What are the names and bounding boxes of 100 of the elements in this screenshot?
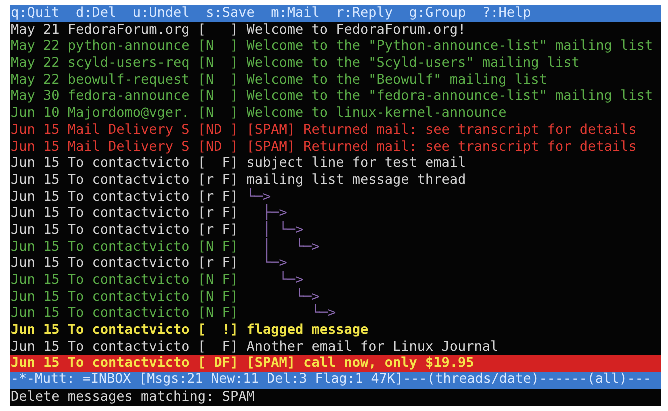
message-date: May 22 xyxy=(11,38,61,56)
message-flags: [N F] xyxy=(198,272,240,289)
message-row[interactable]: Jun 15 To contactvicto [ F] Another email for Linux Journal xyxy=(10,338,661,356)
message-sender: To contactvicto xyxy=(68,188,191,206)
message-sender: To contactvicto xyxy=(68,338,191,356)
message-subject: flagged message xyxy=(246,322,369,339)
message-subject: [SPAM] call now, only $19.95 xyxy=(246,355,474,372)
message-sender: To contactvicto xyxy=(68,355,191,372)
thread-tree: │ └─> xyxy=(262,222,304,238)
message-subject: Welcome to linux-kernel-announce xyxy=(246,105,507,122)
help-key: g:Group xyxy=(409,5,466,22)
message-sender: FedoraForum.org xyxy=(68,22,191,38)
message-sender: python-announce xyxy=(68,38,191,56)
message-row[interactable]: Jun 15 To contactvicto [ DF] [SPAM] call now, only $19.95 xyxy=(10,355,661,372)
message-flags: [N F] xyxy=(198,288,240,306)
message-row[interactable]: Jun 15 To contactvicto [r F] mailing list message thread xyxy=(10,172,661,189)
message-flags: [ DF] xyxy=(198,355,240,372)
message-date: Jun 15 xyxy=(11,138,61,156)
message-row[interactable]: May 30 fedora-announce [N ] Welcome to the "fedora-announce-list" mailing list xyxy=(10,88,661,106)
message-flags: [ F] xyxy=(198,155,240,172)
message-row[interactable]: May 22 beowulf-request [N ] Welcome to the "Beowulf" mailing list xyxy=(10,72,661,88)
message-subject: Welcome to the "Scyld-users" mailing list xyxy=(246,55,580,72)
message-row[interactable]: Jun 10 Majordomo@vger. [N ] Welcome to linux-kernel-announce xyxy=(10,105,661,122)
message-sender: Mail Delivery S xyxy=(68,138,191,156)
message-date: Jun 15 xyxy=(11,155,61,172)
message-subject: [SPAM] Returned mail: see transcript for details xyxy=(246,138,637,156)
message-subject: Welcome to the "Python-announce-list" mailing list xyxy=(246,38,654,56)
message-sender: Mail Delivery S xyxy=(68,122,191,138)
command-line: Delete messages matching: SPAM xyxy=(10,388,256,406)
message-date: Jun 15 xyxy=(11,355,61,372)
message-flags: [N ] xyxy=(198,105,240,122)
message-subject: Welcome to FedoraForum.org! xyxy=(246,22,466,38)
status-bar: -*-Mutt: =INBOX [Msgs:21 New:11 Del:3 Flag:1 47K]---(threads/date)------(all)--- xyxy=(10,372,661,389)
message-date: Jun 15 xyxy=(11,272,61,289)
help-key: u:Undel xyxy=(132,5,190,22)
message-row[interactable]: Jun 15 To contactvicto [r F] └─> xyxy=(10,255,661,272)
help-key: r:Reply xyxy=(336,5,394,22)
help-key: ?:Help xyxy=(482,5,532,22)
thread-tree: └─> xyxy=(310,305,336,322)
message-date: Jun 15 xyxy=(11,238,61,256)
message-flags: [N ] xyxy=(198,72,240,88)
message-date: May 30 xyxy=(11,88,61,106)
thread-tree: └─> xyxy=(246,188,272,205)
message-row[interactable]: Jun 15 To contactvicto [r F] └─> xyxy=(10,188,661,206)
message-flags: [ ] xyxy=(198,22,240,38)
message-sender: To contactvicto xyxy=(68,238,191,256)
message-date: Jun 10 xyxy=(11,105,61,122)
message-sender: To contactvicto xyxy=(68,205,191,222)
message-flags: [r F] xyxy=(198,255,240,272)
message-sender: To contactvicto xyxy=(68,172,191,189)
thread-tree: │ └─> xyxy=(262,238,320,255)
message-flags: [N F] xyxy=(198,238,240,256)
message-subject: Another email for Linux Journal xyxy=(246,338,499,356)
message-date: Jun 15 xyxy=(11,255,61,272)
message-date: Jun 15 xyxy=(11,222,61,239)
message-row[interactable]: May 22 python-announce [N ] Welcome to the "Python-announce-list" mailing list xyxy=(10,38,661,56)
message-sender: To contactvicto xyxy=(68,255,191,272)
message-flags: [r F] xyxy=(198,222,240,239)
message-date: Jun 15 xyxy=(11,305,61,322)
message-sender: To contactvicto xyxy=(68,272,191,289)
help-key: s:Save xyxy=(206,5,255,22)
message-row[interactable]: Jun 15 To contactvicto [N F] └─> xyxy=(10,288,661,306)
message-row[interactable]: Jun 15 To contactvicto [N F] │ └─> xyxy=(10,238,661,256)
message-row[interactable]: Jun 15 To contactvicto [r F] ├─> xyxy=(10,205,661,222)
message-date: Jun 15 xyxy=(11,188,61,206)
message-row[interactable]: May 22 scyld-users-req [N ] Welcome to the "Scyld-users" mailing list xyxy=(10,55,661,72)
message-flags: [ND ] xyxy=(198,122,240,138)
message-flags: [ F] xyxy=(198,338,240,356)
message-row[interactable]: May 21 FedoraForum.org [ ] Welcome to FedoraForum.org! xyxy=(10,22,661,38)
message-flags: [N ] xyxy=(198,88,240,106)
message-date: May 22 xyxy=(11,72,61,88)
thread-tree: └─> xyxy=(294,288,320,305)
message-row[interactable]: Jun 15 Mail Delivery S [ND ] [SPAM] Returned mail: see transcript for details xyxy=(10,138,661,156)
message-flags: [ !] xyxy=(198,322,240,339)
message-subject: subject line for test email xyxy=(246,155,466,172)
message-date: Jun 15 xyxy=(11,322,61,339)
message-row[interactable]: Jun 15 To contactvicto [N F] └─> xyxy=(10,305,661,322)
message-row[interactable]: Jun 15 Mail Delivery S [ND ] [SPAM] Returned mail: see transcript for details xyxy=(10,122,661,138)
message-sender: To contactvicto xyxy=(68,322,191,339)
thread-tree: ├─> xyxy=(262,205,288,222)
message-sender: fedora-announce xyxy=(68,88,191,106)
message-row[interactable]: Jun 15 To contactvicto [N F] └─> xyxy=(10,272,661,289)
message-sender: To contactvicto xyxy=(68,155,191,172)
message-flags: [r F] xyxy=(198,188,240,206)
message-flags: [r F] xyxy=(198,172,240,189)
message-row[interactable]: Jun 15 To contactvicto [ F] subject line for test email xyxy=(10,155,661,172)
message-flags: [r F] xyxy=(198,205,240,222)
message-subject: mailing list message thread xyxy=(246,172,466,188)
help-key: m:Mail xyxy=(271,5,320,22)
message-flags: [N ] xyxy=(198,38,240,56)
message-flags: [N ] xyxy=(198,55,240,72)
message-sender: scyld-users-req xyxy=(68,55,191,72)
message-row[interactable]: Jun 15 To contactvicto [r F] │ └─> xyxy=(10,222,661,239)
message-row[interactable]: Jun 15 To contactvicto [ !] flagged message xyxy=(10,322,661,339)
message-date: Jun 15 xyxy=(11,288,61,306)
message-date: Jun 15 xyxy=(11,122,61,138)
thread-tree: └─> xyxy=(278,272,304,288)
message-sender: Majordomo@vger. xyxy=(68,105,191,122)
message-sender: To contactvicto xyxy=(68,288,191,306)
message-date: Jun 15 xyxy=(11,205,61,222)
